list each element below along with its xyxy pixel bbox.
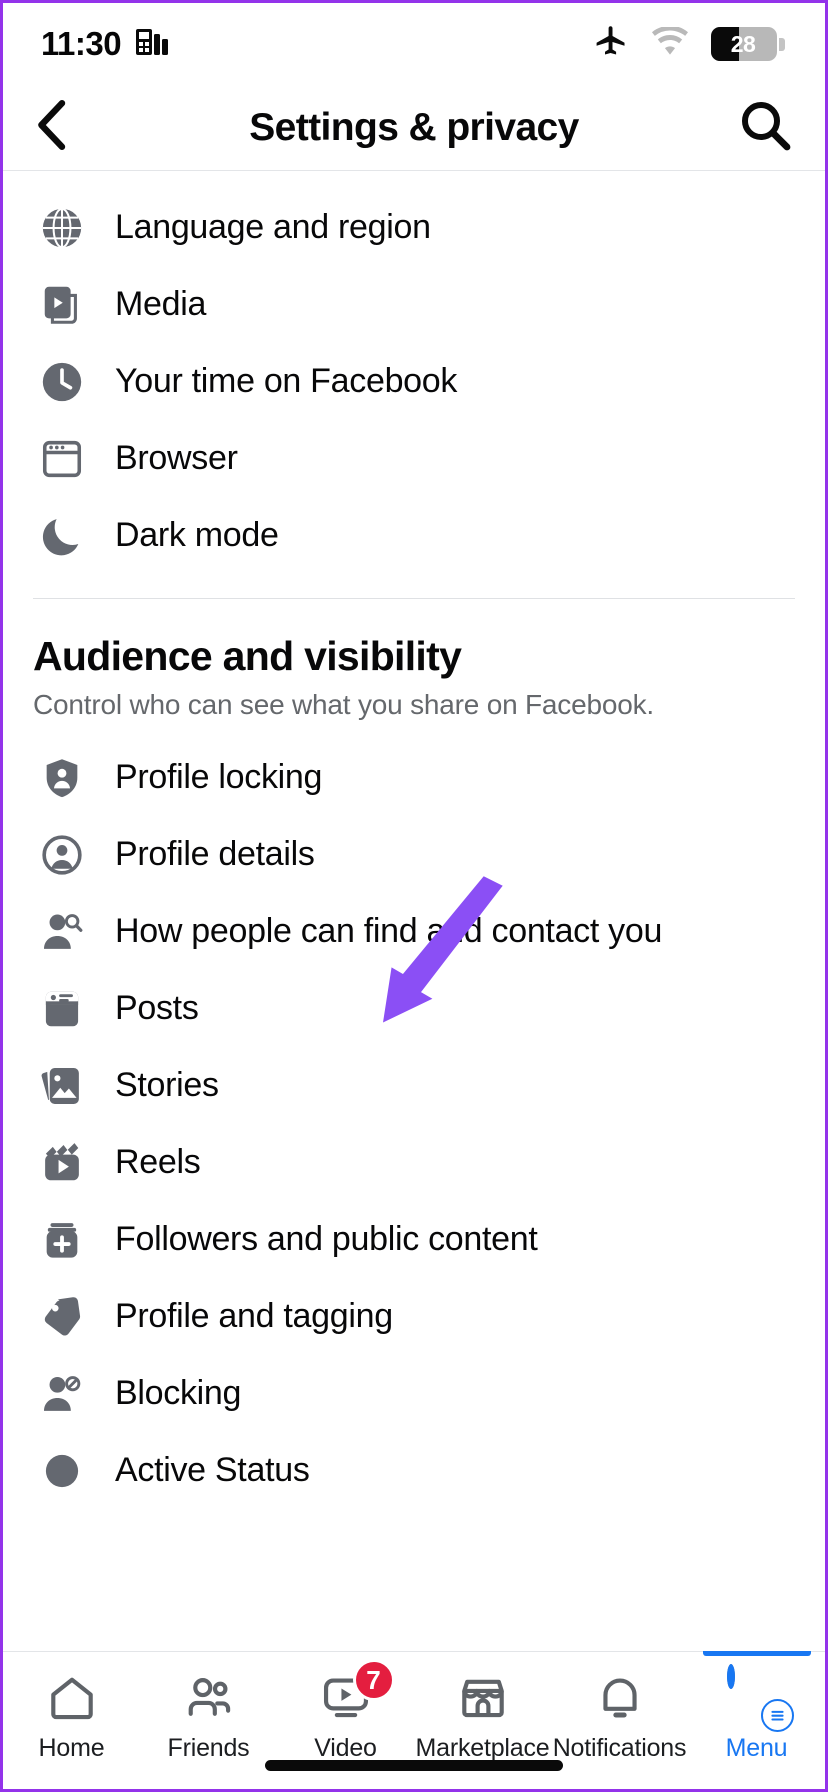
battery-icon: 28 (711, 27, 777, 61)
airplane-mode-icon (593, 24, 629, 65)
settings-row-label: How people can find and contact you (115, 912, 663, 950)
settings-row-label: Posts (115, 989, 199, 1027)
search-button[interactable] (739, 99, 791, 156)
person-search-icon (33, 909, 91, 955)
settings-row-label: Stories (115, 1066, 219, 1104)
tag-icon (33, 1294, 91, 1340)
settings-list[interactable]: Language and region Media Your time on F… (3, 171, 825, 1651)
nav-badge-video: 7 (352, 1659, 395, 1701)
settings-row-blocking[interactable]: Blocking (3, 1355, 825, 1432)
settings-row-profile-and-tagging[interactable]: Profile and tagging (3, 1278, 825, 1355)
status-bar-right: 28 (593, 24, 785, 65)
battery-percent: 28 (730, 30, 756, 57)
status-time: 11:30 (41, 25, 122, 62)
avatar-menu-icon (726, 1664, 794, 1732)
active-tab-indicator (702, 1651, 811, 1656)
section-subtitle: Control who can see what you share on Fa… (33, 689, 654, 720)
nav-tab-label: Video (314, 1734, 377, 1762)
nav-tab-label: Menu (725, 1734, 788, 1762)
settings-row-label: Profile locking (115, 758, 323, 796)
avatar-wrapper (726, 1664, 794, 1732)
active-status-icon (33, 1448, 91, 1494)
settings-row-label: Dark mode (115, 516, 279, 554)
friends-icon (182, 1670, 236, 1726)
settings-row-language-and-region[interactable]: Language and region (3, 189, 825, 266)
back-button[interactable] (37, 100, 97, 155)
marketplace-store-icon (456, 1670, 510, 1726)
video-icon: 7 (319, 1659, 395, 1726)
sim-card-icon (135, 26, 169, 63)
settings-row-profile-locking[interactable]: Profile locking (3, 739, 825, 816)
nav-tab-notifications[interactable]: Notifications (551, 1652, 688, 1789)
settings-row-label: Active Status (115, 1451, 310, 1489)
status-bar-left: 11:30 (41, 25, 169, 63)
avatar (726, 1664, 735, 1689)
shield-person-icon (33, 755, 91, 801)
settings-row-label: Profile details (115, 835, 315, 873)
settings-row-dark-mode[interactable]: Dark mode (3, 497, 825, 574)
nav-tab-label: Friends (167, 1734, 250, 1762)
hamburger-menu-badge-icon (760, 1699, 794, 1732)
bell-icon (593, 1670, 647, 1726)
settings-row-label: Followers and public content (115, 1220, 538, 1258)
settings-row-active-status[interactable]: Active Status (3, 1432, 825, 1509)
profile-circle-icon (33, 832, 91, 878)
settings-row-label: Your time on Facebook (115, 362, 458, 400)
followers-add-icon (33, 1217, 91, 1263)
nav-tab-label: Home (38, 1734, 105, 1762)
wifi-icon (651, 25, 689, 62)
page-title: Settings & privacy (249, 105, 579, 149)
clock-icon (33, 359, 91, 405)
settings-row-followers-and-public-content[interactable]: Followers and public content (3, 1201, 825, 1278)
settings-row-label: Browser (115, 439, 238, 477)
nav-tab-label: Marketplace (415, 1734, 550, 1762)
home-icon (45, 1670, 99, 1726)
nav-tab-home[interactable]: Home (3, 1652, 140, 1789)
battery-indicator: 28 (711, 27, 785, 61)
posts-card-icon (33, 986, 91, 1032)
media-play-icon (33, 282, 91, 328)
nav-tab-menu[interactable]: Menu (688, 1651, 825, 1789)
nav-tab-label: Notifications (552, 1734, 687, 1762)
browser-window-icon (33, 436, 91, 482)
settings-row-label: Blocking (115, 1374, 242, 1412)
status-bar: 11:30 28 (3, 3, 825, 85)
nav-tab-friends[interactable]: Friends (140, 1652, 277, 1789)
settings-row-label: Reels (115, 1143, 201, 1181)
settings-row-label: Media (115, 285, 207, 323)
section-title: Audience and visibility (33, 633, 462, 679)
settings-row-stories[interactable]: Stories (3, 1047, 825, 1124)
settings-row-browser[interactable]: Browser (3, 420, 825, 497)
settings-row-your-time-on-facebook[interactable]: Your time on Facebook (3, 343, 825, 420)
settings-row-how-people-can-find-and-contact-you[interactable]: How people can find and contact you (3, 893, 825, 970)
settings-row-posts[interactable]: Posts (3, 970, 825, 1047)
battery-tip (779, 37, 785, 51)
reels-clapper-icon (33, 1140, 91, 1186)
moon-icon (33, 513, 91, 559)
settings-row-label: Language and region (115, 208, 431, 246)
search-icon (739, 99, 791, 156)
settings-row-label: Profile and tagging (115, 1297, 393, 1335)
home-indicator (265, 1760, 563, 1771)
back-chevron-icon (37, 100, 67, 155)
audience-section-header: Audience and visibility Control who can … (3, 599, 825, 721)
settings-row-profile-details[interactable]: Profile details (3, 816, 825, 893)
audience-settings-group: Profile locking Profile details How peop… (3, 721, 825, 1509)
globe-icon (33, 205, 91, 251)
settings-row-reels[interactable]: Reels (3, 1124, 825, 1201)
app-header: Settings & privacy (3, 85, 825, 171)
phone-screen: 11:30 28 Settings & privacy Language and… (0, 0, 828, 1792)
person-blocked-icon (33, 1371, 91, 1417)
top-settings-group: Language and region Media Your time on F… (3, 171, 825, 574)
settings-row-media[interactable]: Media (3, 266, 825, 343)
stories-photo-icon (33, 1063, 91, 1109)
